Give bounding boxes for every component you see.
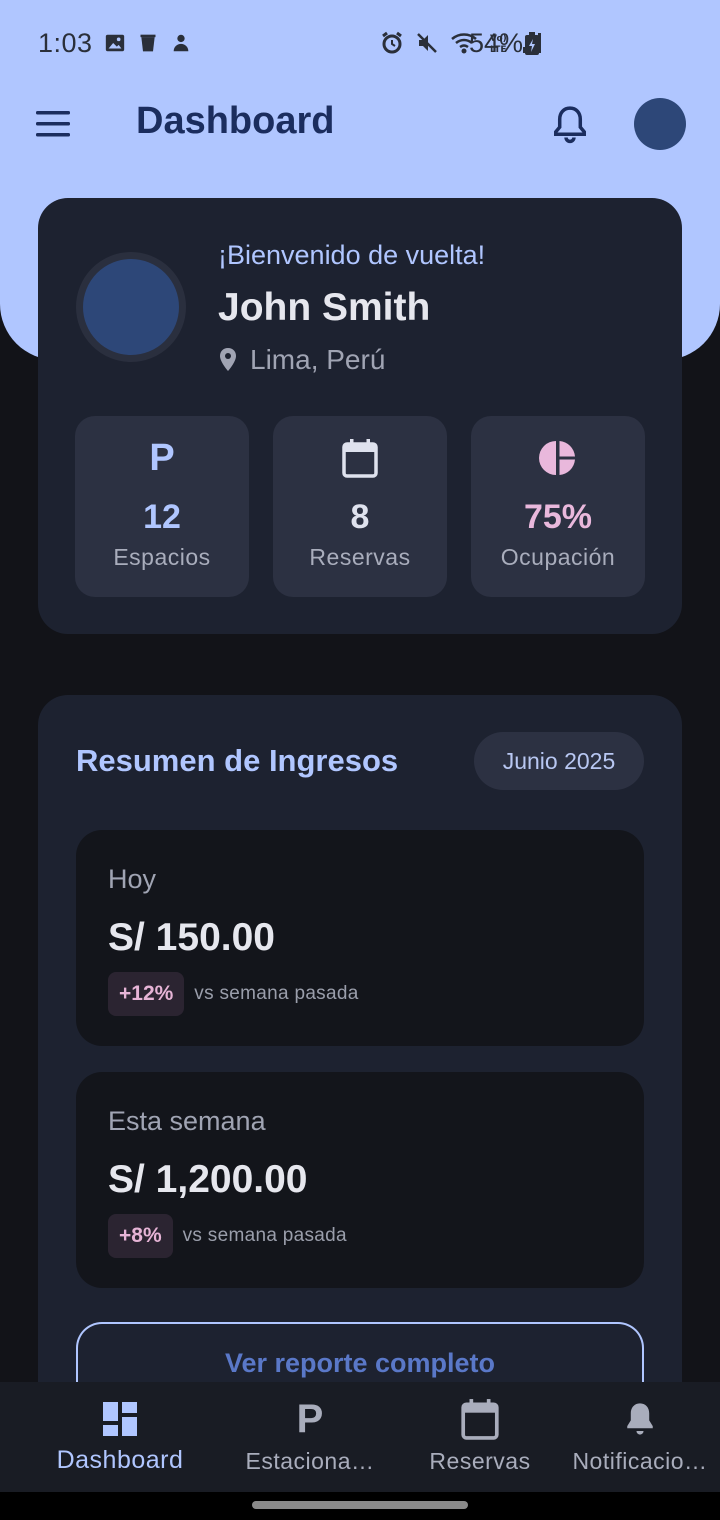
- trash-icon: [140, 34, 156, 52]
- nav-label: Reservas: [429, 1448, 531, 1474]
- bottom-navigation: Dashboard P Estaciona… Reservas Notifica…: [0, 1382, 720, 1492]
- stat-ocupacion[interactable]: 75% Ocupación: [471, 416, 645, 597]
- parking-icon: P: [296, 1396, 324, 1441]
- period-chip[interactable]: Junio 2025: [474, 732, 644, 790]
- compare-text: vs semana pasada: [182, 1225, 347, 1246]
- stat-value: 12: [143, 498, 181, 536]
- pie-chart-icon: [471, 438, 645, 478]
- page-title: Dashboard: [136, 100, 335, 142]
- menu-icon[interactable]: [34, 108, 72, 140]
- profile-avatar: [76, 252, 186, 362]
- change-badge: +8%: [108, 1214, 173, 1258]
- revenue-amount: S/ 150.00: [108, 916, 275, 959]
- status-bar: 1:03 Vo) LTE 54%: [0, 0, 720, 88]
- status-notification-icons: [104, 32, 192, 54]
- revenue-amount: S/ 1,200.00: [108, 1158, 308, 1201]
- stat-espacios[interactable]: P 12 Espacios: [75, 416, 249, 597]
- image-icon: [105, 34, 125, 52]
- user-location: Lima, Perú: [218, 344, 385, 376]
- nav-estacionamientos[interactable]: P Estaciona…: [220, 1382, 400, 1492]
- income-summary-card: Resumen de Ingresos Junio 2025 Hoy S/ 15…: [38, 695, 682, 1415]
- revenue-label: Hoy: [108, 864, 157, 894]
- stat-label: Ocupación: [500, 544, 616, 570]
- mute-icon: [417, 33, 437, 53]
- location-pin-icon: [220, 348, 236, 371]
- calendar-icon: [273, 438, 447, 478]
- dashboard-icon: [30, 1398, 210, 1440]
- stat-label: Espacios: [113, 544, 211, 570]
- bell-icon: [550, 1398, 720, 1440]
- location-text: Lima, Perú: [250, 344, 386, 375]
- nav-reservas[interactable]: Reservas: [390, 1382, 570, 1492]
- alarm-icon: [382, 31, 402, 54]
- revenue-label: Esta semana: [108, 1106, 266, 1136]
- battery-percent: 54%: [469, 28, 524, 58]
- gesture-area: [0, 1492, 720, 1520]
- revenue-today-card: Hoy S/ 150.00 +12% vs semana pasada: [76, 830, 644, 1046]
- avatar[interactable]: [634, 98, 686, 150]
- bell-icon[interactable]: [551, 103, 589, 145]
- calendar-icon: [390, 1398, 570, 1440]
- gesture-handle[interactable]: [252, 1501, 468, 1509]
- stat-reservas[interactable]: 8 Reservas: [273, 416, 447, 597]
- change-badge: +12%: [108, 972, 185, 1016]
- app-icon: [173, 34, 189, 52]
- nav-label: Dashboard: [56, 1446, 184, 1474]
- income-title: Resumen de Ingresos: [76, 743, 399, 778]
- stat-value: 75%: [523, 498, 593, 536]
- welcome-card: ¡Bienvenido de vuelta! John Smith Lima, …: [38, 198, 682, 634]
- battery-icon: [525, 32, 539, 55]
- nav-label: Estaciona…: [245, 1448, 375, 1474]
- user-name: John Smith: [218, 286, 431, 329]
- parking-icon: P: [149, 436, 175, 479]
- revenue-week-card: Esta semana S/ 1,200.00 +8% vs semana pa…: [76, 1072, 644, 1288]
- status-time: 1:03: [38, 28, 93, 58]
- welcome-greeting: ¡Bienvenido de vuelta!: [218, 240, 486, 270]
- stat-value: 8: [350, 498, 370, 536]
- stat-label: Reservas: [309, 544, 411, 570]
- nav-dashboard[interactable]: Dashboard: [30, 1382, 210, 1492]
- compare-text: vs semana pasada: [194, 983, 359, 1004]
- nav-notificaciones[interactable]: Notificacio…: [550, 1382, 720, 1492]
- nav-label: Notificacio…: [572, 1448, 708, 1474]
